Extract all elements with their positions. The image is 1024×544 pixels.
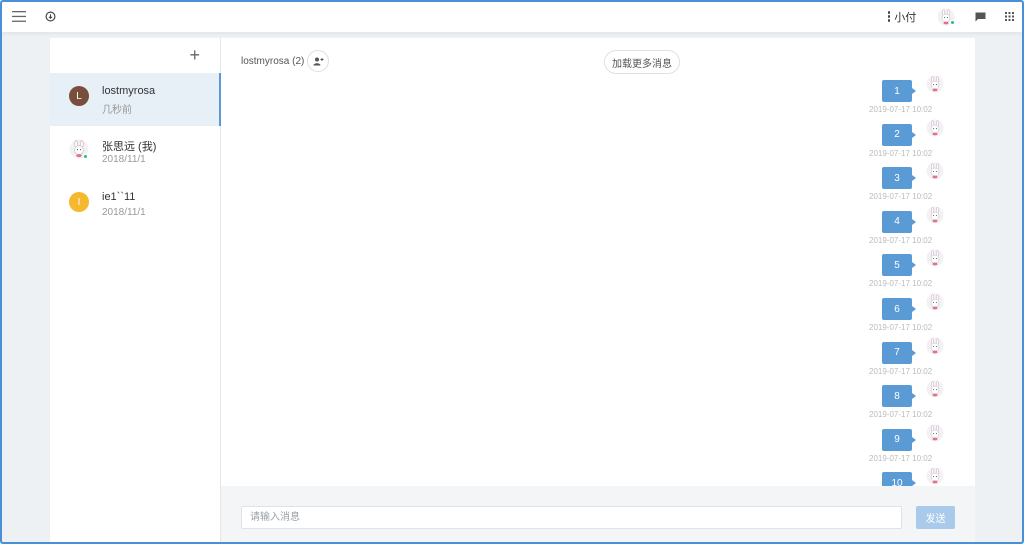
sender-avatar[interactable] xyxy=(926,206,944,224)
sender-avatar[interactable] xyxy=(926,249,944,267)
online-status-dot xyxy=(950,20,955,25)
bunny-avatar-icon xyxy=(926,293,944,311)
sender-avatar[interactable] xyxy=(926,380,944,398)
user-avatar[interactable] xyxy=(936,0,956,33)
add-user-icon xyxy=(313,57,323,65)
top-bar: 小付 xyxy=(0,0,1024,33)
message-bubble[interactable]: 4 xyxy=(882,210,916,233)
chat-panel: lostmyrosa (2) 加载更多消息 1 2019-07-17 10:02 2… xyxy=(221,38,975,486)
apps-grid-icon[interactable] xyxy=(1003,0,1015,33)
message-row: 3 2019-07-17 10:02 xyxy=(221,162,975,206)
message-row: 5 2019-07-17 10:02 xyxy=(221,249,975,293)
message-time: 2019-07-17 10:02 xyxy=(869,453,933,463)
avatar: L xyxy=(69,86,89,106)
avatar: I xyxy=(69,192,89,212)
bunny-avatar-icon xyxy=(926,75,944,93)
conversation-time: 几秒前 xyxy=(102,105,132,116)
app-logo-icon[interactable] xyxy=(42,0,58,33)
message-time: 2019-07-17 10:02 xyxy=(869,410,933,420)
bunny-avatar-icon xyxy=(926,424,944,442)
bunny-avatar-icon xyxy=(926,119,944,137)
chat-bubble-icon[interactable] xyxy=(973,0,987,33)
add-member-button[interactable] xyxy=(307,50,329,72)
chat-title: lostmyrosa (2) xyxy=(241,56,305,67)
user-menu-button[interactable]: 小付 xyxy=(884,0,920,33)
conversation-time: 2018/11/1 xyxy=(102,207,146,218)
conversation-name: lostmyrosa xyxy=(102,85,156,97)
message-row: 4 2019-07-17 10:02 xyxy=(221,206,975,250)
new-conversation-button[interactable]: + xyxy=(189,46,200,64)
online-status-dot xyxy=(83,154,88,159)
message-row: 6 2019-07-17 10:02 xyxy=(221,293,975,337)
message-bubble[interactable]: 9 xyxy=(882,428,916,451)
message-row: 102019-07-17 10:02 xyxy=(221,467,975,486)
message-input[interactable] xyxy=(241,506,902,529)
composer: 发送 xyxy=(221,486,975,544)
message-time: 2019-07-17 10:02 xyxy=(869,323,933,332)
message-bubble[interactable]: 6 xyxy=(882,298,916,320)
message-row: 1 2019-07-17 10:02 xyxy=(221,75,975,119)
conversation-item-lostmyrosa[interactable]: L lostmyrosa 几秒前 xyxy=(50,73,221,126)
message-time: 2019-07-17 10:02 xyxy=(869,366,933,376)
user-name: 小付 xyxy=(894,11,917,24)
sender-avatar[interactable] xyxy=(926,424,944,442)
message-time: 2019-07-17 10:02 xyxy=(869,105,933,114)
send-button[interactable]: 发送 xyxy=(916,506,955,529)
conversation-item-self[interactable]: 张思远 (我) 2018/11/1 xyxy=(50,126,221,179)
message-bubble[interactable]: 5 xyxy=(882,254,916,277)
message-time: 2019-07-17 10:02 xyxy=(869,235,933,245)
message-bubble[interactable]: 3 xyxy=(882,167,916,190)
sender-avatar[interactable] xyxy=(926,467,944,485)
sender-avatar[interactable] xyxy=(926,162,944,180)
right-margin xyxy=(975,38,1024,544)
message-row: 9 2019-07-17 10:02 xyxy=(221,424,975,468)
message-bubble[interactable]: 10 xyxy=(882,472,916,486)
conversation-name: 张思远 (我) xyxy=(102,141,157,153)
message-bubble[interactable]: 7 xyxy=(882,341,916,364)
sender-avatar[interactable] xyxy=(926,337,944,355)
sender-avatar[interactable] xyxy=(926,75,944,93)
message-bubble[interactable]: 1 xyxy=(882,80,916,102)
message-bubble[interactable]: 8 xyxy=(882,385,916,408)
kebab-menu-icon xyxy=(887,11,891,22)
conversation-time: 2018/11/1 xyxy=(102,154,146,165)
sender-avatar[interactable] xyxy=(926,119,944,137)
bunny-avatar-icon xyxy=(926,206,944,224)
message-time: 2019-07-17 10:02 xyxy=(869,192,933,202)
load-more-button[interactable]: 加载更多消息 xyxy=(604,50,680,74)
conversation-list-panel: + L lostmyrosa 几秒前 张思远 (我) 2018/11/1 I i… xyxy=(50,38,221,544)
conversation-name: ie1``11 xyxy=(102,191,136,203)
bunny-avatar-icon xyxy=(926,380,944,398)
bunny-avatar-icon xyxy=(926,467,944,485)
bunny-avatar-icon xyxy=(926,337,944,355)
message-time: 2019-07-17 10:02 xyxy=(869,279,933,289)
bunny-avatar-icon xyxy=(926,249,944,267)
message-row: 2 2019-07-17 10:02 xyxy=(221,119,975,163)
conversation-item-ie1[interactable]: I ie1``11 2018/11/1 xyxy=(50,179,221,232)
message-time: 2019-07-17 10:02 xyxy=(869,148,933,158)
sender-avatar[interactable] xyxy=(926,293,944,311)
message-row: 8 2019-07-17 10:02 xyxy=(221,380,975,424)
bunny-avatar-icon xyxy=(926,162,944,180)
message-row: 7 2019-07-17 10:02 xyxy=(221,337,975,381)
hamburger-menu-icon[interactable] xyxy=(10,0,28,33)
message-bubble[interactable]: 2 xyxy=(882,123,916,146)
